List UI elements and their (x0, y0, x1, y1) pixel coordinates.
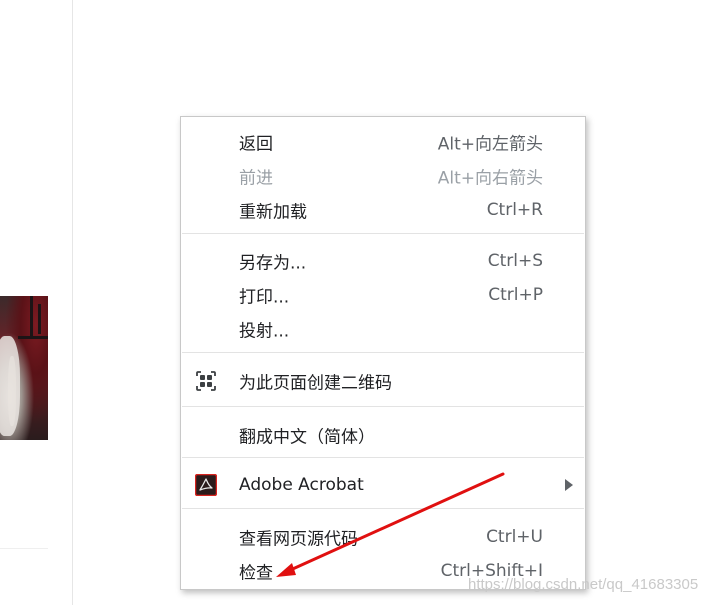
menu-separator (182, 457, 584, 458)
left-column-divider (72, 0, 73, 605)
menu-item-shortcut: Ctrl+R (486, 200, 543, 220)
menu-item-adobe-acrobat[interactable]: Adobe Acrobat (181, 468, 585, 502)
menu-item-label: 前进 (239, 168, 273, 189)
menu-item-label: 返回 (239, 134, 273, 155)
context-menu: 返回 Alt+向左箭头 前进 Alt+向右箭头 重新加载 Ctrl+R 另存为.… (180, 116, 586, 590)
adobe-acrobat-icon (195, 474, 217, 496)
menu-item-create-qr-code[interactable]: 为此页面创建二维码 (181, 364, 585, 398)
menu-item-label: Adobe Acrobat (239, 475, 364, 495)
menu-item-label: 翻成中文（简体） (239, 427, 375, 448)
menu-item-view-source[interactable]: 查看网页源代码 Ctrl+U (181, 520, 585, 554)
menu-item-cast[interactable]: 投射... (181, 312, 585, 346)
menu-item-print[interactable]: 打印... Ctrl+P (181, 278, 585, 312)
menu-item-label: 检查 (239, 563, 273, 584)
left-column-rule (0, 548, 48, 549)
submenu-arrow-icon (565, 479, 573, 491)
watermark-text: https://blog.csdn.net/qq_41683305 (468, 576, 699, 593)
menu-item-save-as[interactable]: 另存为... Ctrl+S (181, 244, 585, 278)
menu-item-label: 重新加载 (239, 202, 307, 223)
menu-item-label: 打印... (239, 287, 290, 308)
page-background: 返回 Alt+向左箭头 前进 Alt+向右箭头 重新加载 Ctrl+R 另存为.… (0, 0, 720, 605)
menu-item-label: 查看网页源代码 (239, 529, 358, 550)
menu-item-shortcut: Ctrl+U (486, 527, 543, 547)
thumbnail-image (0, 296, 48, 440)
menu-item-label: 为此页面创建二维码 (239, 373, 392, 394)
menu-separator (182, 406, 584, 407)
menu-separator (182, 352, 584, 353)
menu-item-reload[interactable]: 重新加载 Ctrl+R (181, 193, 585, 227)
menu-item-translate[interactable]: 翻成中文（简体） (181, 418, 585, 452)
menu-item-shortcut: Ctrl+S (487, 251, 543, 271)
menu-item-back[interactable]: 返回 Alt+向左箭头 (181, 125, 585, 159)
menu-separator (182, 233, 584, 234)
qr-code-icon (196, 371, 216, 391)
menu-separator (182, 508, 584, 509)
menu-item-shortcut: Alt+向左箭头 (437, 134, 543, 155)
menu-item-forward[interactable]: 前进 Alt+向右箭头 (181, 159, 585, 193)
menu-item-shortcut: Ctrl+P (488, 285, 543, 305)
menu-item-label: 另存为... (239, 253, 307, 274)
menu-item-label: 投射... (239, 321, 290, 342)
menu-item-shortcut: Alt+向右箭头 (437, 168, 543, 189)
